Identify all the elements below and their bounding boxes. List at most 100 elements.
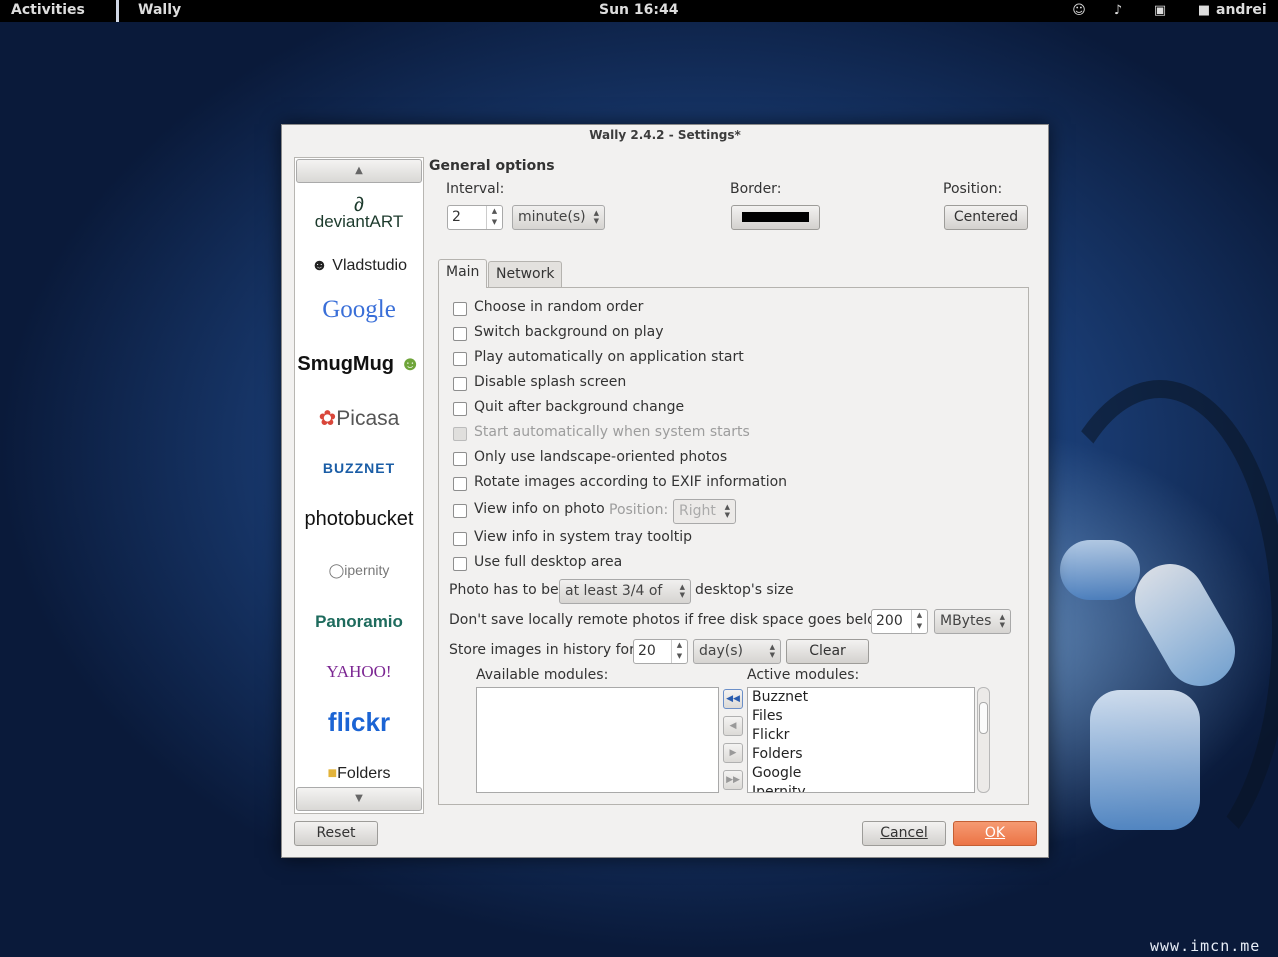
checkbox-box[interactable]: [453, 352, 467, 366]
app-menu[interactable]: Wally: [138, 2, 181, 18]
view-info-position-combo: Right ▲ ▼: [673, 499, 736, 524]
cancel-button[interactable]: Cancel: [862, 821, 946, 846]
size-combo[interactable]: at least 3/4 of ▲ ▼: [559, 579, 691, 604]
window-title: Wally 2.4.2 - Settings*: [589, 128, 741, 142]
ok-button[interactable]: OK: [953, 821, 1037, 846]
activities-button[interactable]: Activities: [11, 2, 85, 18]
list-item[interactable]: Ipernity: [752, 784, 806, 792]
source-picasa[interactable]: ✿Picasa: [295, 406, 423, 431]
source-label: ipernity: [344, 562, 390, 578]
combo-arrows-icon: ▲ ▼: [593, 209, 599, 225]
tab-network[interactable]: Network: [488, 261, 563, 288]
source-buzznet[interactable]: BUZZNET: [295, 460, 423, 476]
checkbox-box[interactable]: [453, 532, 467, 546]
size-suffix-label: desktop's size: [695, 582, 794, 598]
scrollbar-thumb[interactable]: [979, 702, 988, 734]
checkbox-box[interactable]: [453, 402, 467, 416]
checkbox-box[interactable]: [453, 557, 467, 571]
checkbox-label: Rotate images according to EXIF informat…: [474, 474, 788, 490]
list-item[interactable]: Buzznet: [752, 689, 808, 705]
checkbox-label: Use full desktop area: [474, 554, 623, 570]
clock[interactable]: Sun 16:44: [599, 2, 678, 18]
available-modules-list[interactable]: [476, 687, 719, 793]
checkbox-label: Switch background on play: [474, 324, 664, 340]
move-all-right-icon[interactable]: ▶▶: [723, 770, 743, 790]
list-item[interactable]: Google: [752, 765, 801, 781]
source-photobucket[interactable]: photobucket: [295, 508, 423, 531]
accessibility-icon[interactable]: ☺: [1071, 3, 1087, 19]
wallpaper-robot-part: [1090, 690, 1200, 830]
border-color-swatch: [742, 212, 809, 222]
source-smugmug[interactable]: SmugMug ☻: [295, 353, 423, 376]
ipernity-icon: ◯: [328, 562, 345, 578]
list-item[interactable]: Folders: [752, 746, 803, 762]
clear-history-button[interactable]: Clear: [786, 639, 869, 664]
spinner-arrows[interactable]: ▲ ▼: [671, 640, 687, 663]
view-info-position-value: Right: [679, 503, 716, 519]
move-right-icon[interactable]: ▶: [723, 743, 743, 763]
interval-label: Interval:: [446, 181, 505, 197]
source-yahoo[interactable]: YAHOO!: [295, 662, 423, 682]
checkbox-box[interactable]: [453, 302, 467, 316]
active-modules-list[interactable]: Buzznet Files Flickr Folders Google Iper…: [747, 687, 975, 793]
checkbox-label: Play automatically on application start: [474, 349, 744, 365]
general-options-heading: General options: [429, 158, 555, 174]
combo-arrows-icon: ▲ ▼: [769, 643, 775, 659]
volume-icon[interactable]: ♪: [1110, 3, 1126, 19]
move-left-icon[interactable]: ◀: [723, 716, 743, 736]
size-prefix-label: Photo has to be: [449, 582, 559, 598]
source-google[interactable]: Google: [295, 296, 423, 324]
scroll-down-button[interactable]: ▼: [296, 787, 422, 811]
interval-value: 2: [452, 209, 461, 225]
disk-space-value: 200: [876, 613, 903, 629]
border-color-button[interactable]: [731, 205, 820, 230]
tab-main[interactable]: Main: [438, 259, 488, 288]
source-label: Picasa: [336, 407, 400, 430]
disk-unit-combo[interactable]: MBytes ▲ ▼: [934, 609, 1011, 634]
history-unit-combo[interactable]: day(s) ▲ ▼: [693, 639, 781, 664]
history-label: Store images in history for: [449, 642, 635, 658]
position-label: Position:: [943, 181, 1003, 197]
spinner-arrows[interactable]: ▲ ▼: [486, 206, 502, 229]
source-label: Google: [322, 296, 396, 323]
checkbox-label: Quit after background change: [474, 399, 685, 415]
combo-arrows-icon: ▲ ▼: [999, 613, 1005, 629]
history-spinner[interactable]: 20 ▲ ▼: [633, 639, 688, 664]
disk-space-spinner[interactable]: 200 ▲ ▼: [871, 609, 928, 634]
list-item[interactable]: Flickr: [752, 727, 789, 743]
source-label: Panoramio: [315, 612, 403, 631]
interval-unit-value: minute(s): [518, 209, 586, 225]
active-modules-scrollbar[interactable]: [977, 687, 990, 793]
smugmug-icon: ☻: [399, 353, 421, 375]
source-folders[interactable]: ■Folders: [295, 765, 423, 783]
top-panel: Activities Wally Sun 16:44 ☺ ♪ ▣ ■ andre…: [0, 0, 1278, 22]
network-icon[interactable]: ▣: [1152, 3, 1168, 19]
source-flickr[interactable]: flickr: [295, 707, 423, 738]
reset-button[interactable]: Reset: [294, 821, 378, 846]
checkbox-box[interactable]: [453, 327, 467, 341]
source-ipernity[interactable]: ◯ipernity: [295, 562, 423, 579]
chat-icon[interactable]: ■: [1196, 3, 1212, 19]
source-vladstudio[interactable]: ☻ Vladstudio: [295, 257, 423, 275]
checkbox-box[interactable]: [453, 504, 467, 518]
position-button[interactable]: Centered: [944, 205, 1028, 230]
interval-spinner[interactable]: 2 ▲ ▼: [447, 205, 503, 230]
checkbox-box[interactable]: [453, 377, 467, 391]
source-deviantart[interactable]: ∂ deviantART: [295, 195, 423, 232]
history-unit-value: day(s): [699, 643, 743, 659]
spinner-arrows[interactable]: ▲ ▼: [911, 610, 927, 633]
disk-unit-value: MBytes: [940, 613, 992, 629]
scroll-up-button[interactable]: ▲: [296, 159, 422, 183]
app-icon: [116, 0, 119, 22]
checkbox-box[interactable]: [453, 452, 467, 466]
checkbox-box[interactable]: [453, 477, 467, 491]
source-panoramio[interactable]: Panoramio: [295, 612, 423, 632]
user-menu[interactable]: andrei: [1216, 2, 1267, 18]
interval-unit-combo[interactable]: minute(s) ▲ ▼: [512, 205, 605, 230]
list-item[interactable]: Files: [752, 708, 783, 724]
move-all-left-icon[interactable]: ◀◀: [723, 689, 743, 709]
disk-space-label: Don't save locally remote photos if free…: [449, 612, 888, 628]
source-label: BUZZNET: [322, 460, 396, 476]
checkbox-label: Choose in random order: [474, 299, 644, 315]
source-label: flickr: [327, 707, 391, 737]
